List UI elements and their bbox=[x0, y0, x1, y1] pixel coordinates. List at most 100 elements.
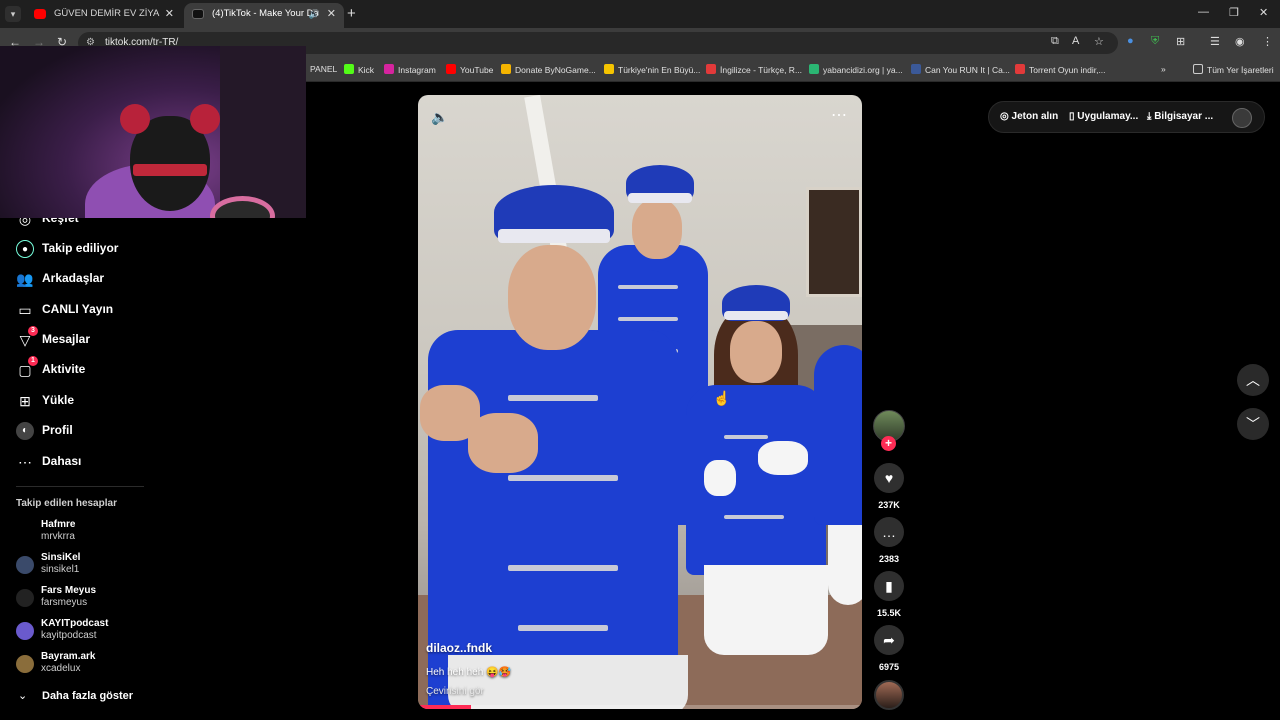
save-count: 15.5K bbox=[876, 608, 902, 618]
video-progress-bar[interactable] bbox=[418, 705, 862, 709]
like-heart-icon[interactable]: ♥ bbox=[874, 463, 904, 493]
tab-search-icon[interactable]: ▾ bbox=[5, 6, 21, 22]
extensions-puzzle-icon[interactable]: ⊞ bbox=[1176, 35, 1185, 48]
upload-icon: ⊞ bbox=[19, 393, 31, 409]
bookmark-star-icon[interactable]: ☆ bbox=[1094, 35, 1104, 48]
tab-tiktok[interactable]: (4)TikTok - Make Your Day 🔊 ✕ bbox=[184, 3, 344, 28]
desktop-app-button[interactable]: ⤓ Bilgisayar ... bbox=[1147, 111, 1213, 122]
bookmark-item[interactable]: Can You RUN It | Ca... bbox=[911, 64, 1010, 75]
bynogame-icon bbox=[501, 64, 511, 74]
dictionary-icon bbox=[706, 64, 716, 74]
audio-playing-icon[interactable]: 🔊 bbox=[309, 3, 320, 25]
account-name: KAYITpodcast bbox=[41, 618, 109, 629]
bookmark-item[interactable]: Türkiye'nin En Büyü... bbox=[604, 64, 700, 75]
wall-notice-board bbox=[806, 187, 862, 297]
more-options-icon[interactable]: ⋯ bbox=[831, 105, 848, 125]
sidebar-item-more[interactable]: ⋯ Dahası bbox=[16, 450, 156, 474]
video-author[interactable]: dilaoz..fndk bbox=[426, 641, 492, 655]
sidebar-item-friends[interactable]: 👥 Arkadaşlar bbox=[16, 267, 156, 291]
sidebar-item-upload[interactable]: ⊞ Yükle bbox=[16, 389, 156, 413]
minimize-button[interactable]: — bbox=[1198, 6, 1209, 18]
user-avatar[interactable] bbox=[1232, 108, 1252, 128]
follow-plus-icon[interactable]: + bbox=[881, 436, 896, 451]
sidebar-item-label: Profil bbox=[42, 423, 73, 437]
bookmarks-overflow-icon[interactable]: » bbox=[1161, 64, 1166, 74]
install-app-icon[interactable]: ⧉ bbox=[1051, 35, 1059, 48]
see-translation-link[interactable]: Çevirisini gör bbox=[426, 686, 484, 697]
avatar bbox=[16, 655, 34, 673]
bookmark-icon[interactable]: ▮ bbox=[874, 571, 904, 601]
followed-account[interactable]: Hafmre mrvkrra bbox=[16, 519, 156, 547]
bookmark-item[interactable]: İngilizce - Türkçe, R... bbox=[706, 64, 802, 75]
new-tab-button[interactable]: + bbox=[347, 5, 356, 22]
followed-account[interactable]: SinsiKel sinsikel1 bbox=[16, 552, 156, 580]
volume-icon[interactable]: 🔈 bbox=[431, 109, 448, 126]
comment-count: 2383 bbox=[878, 554, 900, 564]
maximize-button[interactable]: ❐ bbox=[1229, 6, 1239, 19]
yabancidizi-icon bbox=[809, 64, 819, 74]
comment-icon[interactable]: … bbox=[874, 517, 904, 547]
account-username: sinsikel1 bbox=[41, 564, 80, 575]
next-video-chevron-down-icon[interactable]: ﹀ bbox=[1237, 408, 1269, 440]
bookmark-item[interactable]: PANEL bbox=[310, 64, 337, 74]
account-username: xcadelux bbox=[41, 663, 81, 674]
followed-accounts-title: Takip edilen hesaplar bbox=[16, 498, 117, 509]
close-tab-icon[interactable]: ✕ bbox=[165, 3, 174, 25]
media-controls-icon[interactable]: ☰ bbox=[1210, 35, 1220, 48]
bookmark-item[interactable]: Kick bbox=[344, 64, 374, 75]
more-icon: ⋯ bbox=[18, 454, 32, 470]
get-app-button[interactable]: ▯ Uygulamay... bbox=[1069, 111, 1138, 122]
followed-account[interactable]: Bayram.ark xcadelux bbox=[16, 651, 156, 679]
followed-account[interactable]: KAYITpodcast kayitpodcast bbox=[16, 618, 156, 646]
tab-youtube[interactable]: GÜVEN DEMİR EV ZİYARETİ - Yo ✕ bbox=[26, 3, 182, 28]
sidebar-item-messages[interactable]: ▽ 3 Mesajlar bbox=[16, 326, 156, 352]
sidebar-item-profile[interactable]: ◐ Profil bbox=[16, 419, 156, 443]
bookmark-item[interactable]: Donate ByNoGame... bbox=[501, 64, 596, 75]
sidebar-item-following[interactable]: ● Takip ediliyor bbox=[16, 237, 156, 261]
followed-account[interactable]: Fars Meyus farsmeyus bbox=[16, 585, 156, 613]
webcam-hat-ear bbox=[120, 104, 150, 134]
video-player[interactable]: 🔈 ⋯ dilaoz..fndk Heh heh heh 😝🥵 Çevirisi… bbox=[418, 95, 862, 709]
top-actions-bar: ◎ Jeton alın ▯ Uygulamay... ⤓ Bilgisayar… bbox=[988, 101, 1265, 133]
video-caption: Heh heh heh 😝🥵 bbox=[426, 667, 511, 678]
youtube-icon bbox=[446, 64, 456, 74]
folder-icon bbox=[1193, 64, 1203, 74]
share-arrow-icon[interactable]: ➦ bbox=[874, 625, 904, 655]
all-bookmarks-folder[interactable]: Tüm Yer İşaretleri bbox=[1193, 64, 1274, 75]
translate-icon[interactable]: A bbox=[1072, 35, 1079, 47]
bookmark-item[interactable]: Instagram bbox=[384, 64, 436, 75]
bookmark-item[interactable]: yabancidizi.org | ya... bbox=[809, 64, 903, 75]
webcam-headband bbox=[133, 164, 207, 176]
previous-video-chevron-up-icon[interactable]: ︿ bbox=[1237, 364, 1269, 396]
extension-icon[interactable]: ● bbox=[1127, 35, 1134, 47]
webcam-overlay bbox=[0, 46, 306, 218]
sidebar-item-live[interactable]: ▭ CANLI Yayın bbox=[16, 298, 156, 322]
bookmark-item[interactable]: YouTube bbox=[446, 64, 493, 75]
close-tab-icon[interactable]: ✕ bbox=[327, 3, 336, 25]
get-coins-button[interactable]: ◎ Jeton alın bbox=[1000, 111, 1058, 122]
show-more-label: Daha fazla göster bbox=[42, 690, 134, 702]
share-count: 6975 bbox=[878, 662, 900, 672]
shield-icon[interactable]: ⛨ bbox=[1151, 35, 1159, 48]
sidebar-item-label: Arkadaşlar bbox=[42, 271, 105, 285]
show-more-button[interactable]: ⌄ Daha fazla göster bbox=[16, 688, 156, 706]
video-progress-fill bbox=[418, 705, 472, 709]
profile-avatar-icon[interactable]: ◉ bbox=[1235, 35, 1245, 48]
chevron-down-icon: ⌄ bbox=[18, 690, 28, 702]
sidebar-item-activity[interactable]: ▢ 1 Aktivite bbox=[16, 356, 156, 382]
sidebar-item-label: Aktivite bbox=[42, 362, 86, 376]
canyourunit-icon bbox=[911, 64, 921, 74]
torrent-icon bbox=[1015, 64, 1025, 74]
chrome-menu-icon[interactable]: ⋮ bbox=[1262, 35, 1273, 48]
notification-badge: 3 bbox=[28, 326, 38, 336]
music-disc-icon[interactable] bbox=[874, 680, 904, 710]
sidebar-item-label: Mesajlar bbox=[42, 332, 91, 346]
sidebar-item-label: Dahası bbox=[42, 454, 82, 468]
youtube-favicon-icon bbox=[34, 9, 46, 19]
sidebar-item-label: CANLI Yayın bbox=[42, 302, 114, 316]
sidebar-item-label: Takip ediliyor bbox=[42, 241, 119, 255]
sidebar-item-label: Yükle bbox=[42, 393, 75, 407]
close-window-button[interactable]: ✕ bbox=[1259, 6, 1268, 19]
bookmark-item[interactable]: Torrent Oyun indir,... bbox=[1015, 64, 1106, 75]
friends-icon: 👥 bbox=[16, 271, 34, 287]
